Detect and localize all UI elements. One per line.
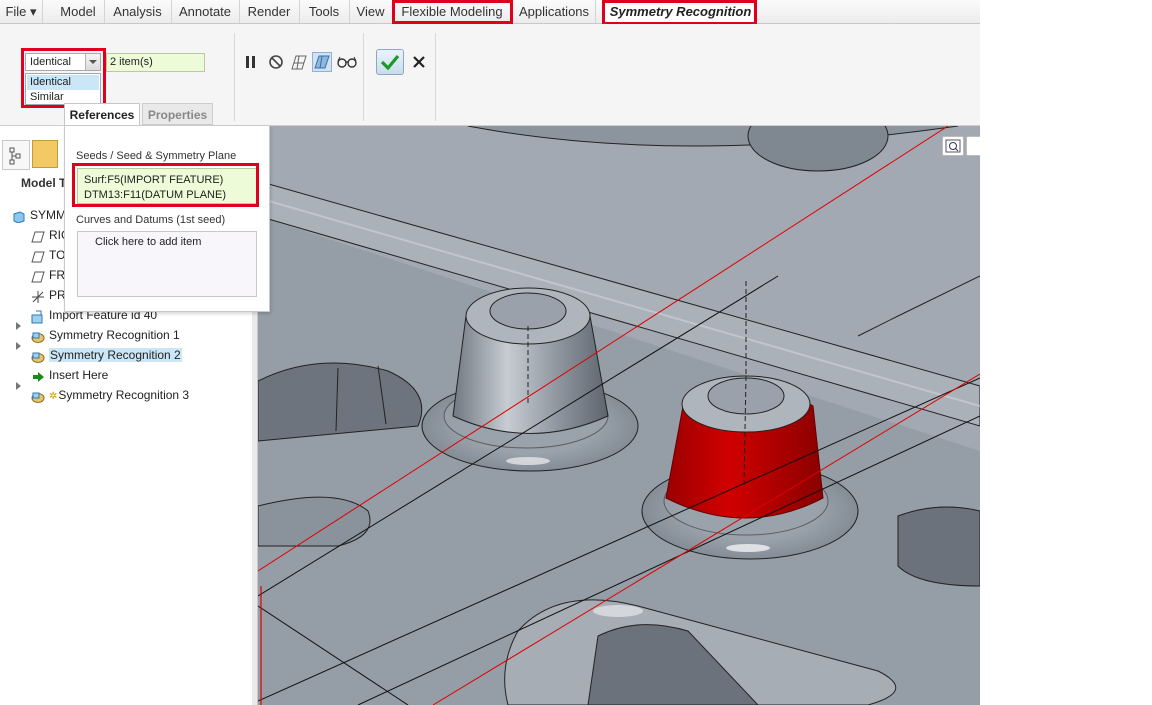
datum-plane-icon [31, 270, 45, 283]
csys-icon [31, 290, 45, 303]
preview-shaded-icon[interactable] [312, 52, 332, 72]
tab-applications[interactable]: Applications [513, 0, 596, 23]
tree-item-datum-top[interactable]: TO [31, 246, 65, 264]
app-window: File ▾ Model Analysis Annotate Render To… [0, 0, 980, 705]
references-panel: Seeds / Seed & Symmetry Plane Surf:F5(IM… [64, 125, 270, 312]
datum-plane-icon [31, 250, 45, 263]
highlight-flexible-modeling [392, 0, 513, 24]
preview-wireframe-icon[interactable] [289, 52, 309, 72]
cancel-x-icon[interactable] [409, 52, 429, 72]
model-tree-header: Model T [21, 176, 67, 190]
items-count-field[interactable]: 2 item(s) [106, 53, 205, 72]
tab-analysis[interactable]: Analysis [104, 0, 172, 23]
highlight-seeds-collector [72, 163, 259, 207]
tree-item-symmetry-3[interactable]: ✲Symmetry Recognition 3 [31, 386, 189, 404]
datum-plane-icon [31, 230, 45, 243]
file-menu[interactable]: File ▾ [0, 0, 43, 23]
tree-item-csys[interactable]: PR [31, 286, 66, 304]
expand-arrow-icon[interactable] [16, 342, 21, 350]
symmetry-feature-icon [31, 390, 45, 403]
tree-item-symmetry-2[interactable]: Symmetry Recognition 2 [31, 346, 182, 364]
highlight-mode-combobox [21, 48, 106, 108]
symmetry-feature-icon [31, 350, 45, 363]
part-icon [12, 210, 26, 224]
symmetry-feature-icon [31, 330, 45, 343]
suppressed-star-icon: ✲ [49, 391, 58, 402]
tab-render[interactable]: Render [239, 0, 300, 23]
pause-icon[interactable] [241, 52, 261, 72]
graphics-viewport[interactable] [258, 126, 980, 705]
tree-item-insert-here[interactable]: Insert Here [31, 366, 108, 384]
tree-item-symmetry-1[interactable]: Symmetry Recognition 1 [31, 326, 180, 344]
tree-item-datum-front[interactable]: FR [31, 266, 65, 284]
seeds-label: Seeds / Seed & Symmetry Plane [76, 150, 237, 162]
confirm-check-icon[interactable] [376, 49, 404, 75]
tab-tools[interactable]: Tools [299, 0, 350, 23]
subtab-properties[interactable]: Properties [142, 103, 213, 125]
curves-placeholder[interactable]: Click here to add item [95, 236, 239, 248]
ribbon-separator [363, 33, 364, 121]
curves-collector[interactable]: Click here to add item [77, 231, 257, 297]
ribbon-separator [234, 33, 235, 121]
ribbon-separator [435, 33, 436, 121]
model-tree-toolbar [0, 138, 62, 170]
folder-browser-icon[interactable] [32, 140, 58, 168]
import-feature-icon [31, 310, 45, 324]
no-entry-icon[interactable] [266, 52, 286, 72]
tab-view[interactable]: View [349, 0, 393, 23]
expand-arrow-icon[interactable] [16, 322, 21, 330]
expand-arrow-icon[interactable] [16, 382, 21, 390]
subtab-references[interactable]: References [64, 103, 140, 125]
tab-model[interactable]: Model [52, 0, 105, 23]
zoom-fit-icon[interactable] [942, 136, 964, 156]
insert-arrow-icon [31, 370, 45, 382]
model-tree-tab-icon[interactable] [2, 140, 30, 170]
view-more-icon[interactable] [966, 136, 980, 156]
curves-label: Curves and Datums (1st seed) [76, 214, 226, 226]
tab-annotate[interactable]: Annotate [171, 0, 240, 23]
model-3d-view [258, 126, 980, 705]
glasses-icon[interactable] [337, 52, 357, 72]
highlight-symmetry-tab [602, 0, 757, 25]
